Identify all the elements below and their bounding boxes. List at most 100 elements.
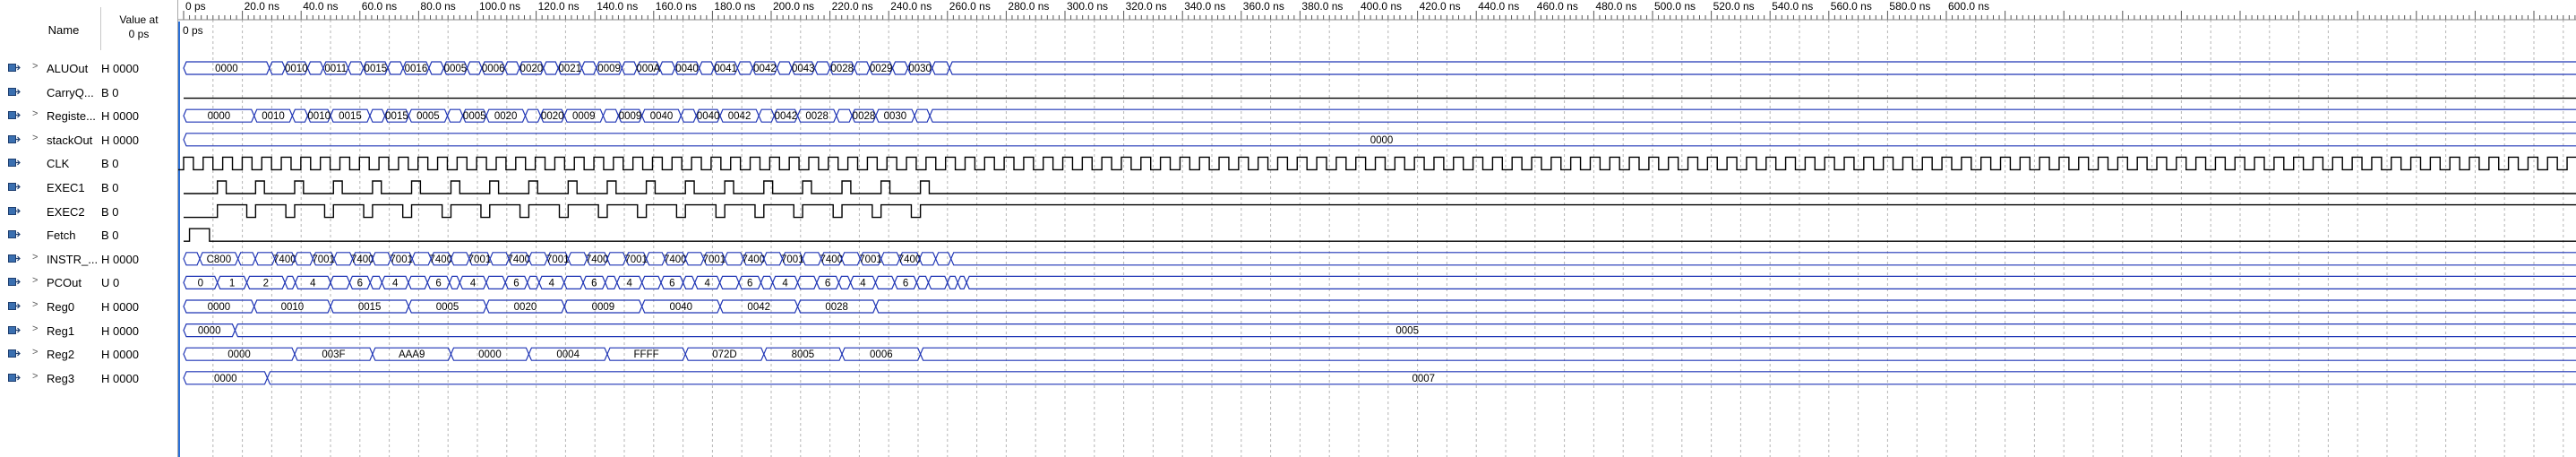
signal-row[interactable]: > Reg1 H 0000	[0, 319, 177, 342]
bus-segment	[291, 108, 309, 123]
expand-chevron-icon[interactable]: >	[32, 108, 38, 119]
bus-value-label: 0010	[285, 64, 308, 74]
bus-value-label: 7001	[703, 254, 726, 265]
signal-row[interactable]: > Reg3 H 0000	[0, 366, 177, 390]
bus-value-label: 0005	[416, 111, 440, 122]
signal-row[interactable]: > ALUOut H 0000	[0, 56, 177, 80]
bus-value-label: 8005	[792, 349, 815, 360]
signal-value: B 0	[101, 85, 119, 99]
value-column-header[interactable]: Value at 0 ps	[104, 13, 174, 41]
bus-value-label: 0029	[870, 64, 893, 74]
expand-chevron-icon[interactable]: >	[32, 133, 38, 143]
bus-value-label: 7001	[781, 254, 804, 265]
bus-segment	[306, 61, 324, 75]
bus-value-label: 0040	[650, 111, 674, 122]
expand-chevron-icon[interactable]: >	[32, 347, 38, 358]
bit-waveform	[184, 203, 2576, 219]
signal-row[interactable]: CLK B 0	[0, 151, 177, 175]
bus-segment	[333, 252, 354, 266]
time-label: 0 ps	[185, 0, 206, 13]
bus-segment	[284, 275, 296, 289]
bus-segment	[369, 108, 386, 123]
time-label: 20.0 ns	[245, 0, 279, 13]
bus-value-label: 4	[392, 278, 399, 289]
bus-value-label: 0042	[753, 64, 777, 74]
bus-segment	[543, 61, 559, 75]
time-label: 180.0 ns	[714, 0, 755, 13]
time-label: 40.0 ns	[303, 0, 338, 13]
time-label: 280.0 ns	[1008, 0, 1049, 13]
output-icon	[8, 109, 21, 121]
signal-value: H 0000	[101, 323, 139, 338]
signal-value: H 0000	[101, 252, 139, 266]
expand-chevron-icon[interactable]: >	[32, 252, 38, 263]
bus-segment	[645, 252, 665, 266]
signal-row[interactable]: CarryQ... B 0	[0, 81, 177, 104]
bus-value-label: 6	[357, 278, 363, 289]
bus-value-label: 7400	[898, 254, 922, 265]
bus-value-label: 0009	[592, 302, 615, 313]
output-icon	[8, 134, 21, 145]
bus-value-label: 0005	[1395, 326, 1419, 337]
signal-row[interactable]: > stackOut H 0000	[0, 128, 177, 151]
signal-row[interactable]: > Reg0 H 0000	[0, 295, 177, 318]
signal-name-panel: Name Value at 0 ps > ALUOut H 0000 CarryQ..…	[0, 0, 178, 457]
signal-value: H 0000	[101, 300, 139, 314]
bus-segment	[567, 252, 588, 266]
bus-value-label: 0000	[208, 302, 231, 313]
bus-value-label: 0000	[228, 349, 251, 360]
bus-segment	[466, 61, 483, 75]
signal-row[interactable]: Fetch B 0	[0, 223, 177, 246]
bus-value-label: 0028	[805, 111, 829, 122]
signal-name: EXEC1	[47, 181, 85, 194]
bus-value-label: 0009	[619, 111, 642, 122]
bus-segment	[680, 108, 698, 123]
bus-value-label: 6	[903, 278, 908, 289]
signal-row[interactable]: > PCOut U 0	[0, 271, 177, 294]
bus-segment	[684, 252, 705, 266]
bus-segment	[387, 61, 404, 75]
bus-segment	[527, 275, 540, 289]
bus-segment	[372, 252, 391, 266]
signal-value: B 0	[101, 204, 119, 219]
bus-segment	[605, 275, 618, 289]
signal-row[interactable]: > INSTR_... H 0000	[0, 247, 177, 271]
name-column-header[interactable]: Name	[27, 23, 100, 37]
bus-segment	[485, 275, 506, 289]
bus-segment	[294, 252, 313, 266]
signal-row[interactable]: EXEC2 B 0	[0, 200, 177, 223]
value-header-line1: Value at	[119, 13, 159, 26]
time-label: 60.0 ns	[362, 0, 397, 13]
bus-value-label: C800	[207, 254, 231, 265]
bus-value-label: 0042	[775, 111, 798, 122]
signal-name: ALUOut	[47, 62, 89, 75]
expand-chevron-icon[interactable]: >	[32, 275, 38, 286]
bus-segment	[682, 275, 696, 289]
signal-value: B 0	[101, 228, 119, 243]
expand-chevron-icon[interactable]: >	[32, 371, 38, 382]
bus-segment	[428, 61, 444, 75]
bus-segment	[408, 275, 428, 289]
bus-value-label: 0016	[405, 64, 428, 74]
signal-value: H 0000	[101, 371, 139, 385]
signal-row[interactable]: > Registe... H 0000	[0, 104, 177, 127]
signal-row[interactable]: EXEC1 B 0	[0, 176, 177, 199]
signal-value: H 0000	[101, 62, 139, 75]
bus-value-label: 7400	[430, 254, 453, 265]
bus-value-label: 4	[310, 278, 316, 289]
expand-chevron-icon[interactable]: >	[32, 323, 38, 334]
bus-value-label: 0005	[463, 111, 486, 122]
column-divider[interactable]	[100, 7, 101, 50]
bus-segment	[935, 252, 952, 266]
time-label: 580.0 ns	[1889, 0, 1930, 13]
bus-segment	[919, 347, 2576, 361]
expand-chevron-icon[interactable]: >	[32, 299, 38, 310]
signal-row[interactable]: > Reg2 H 0000	[0, 342, 177, 366]
waveform-canvas[interactable]: 0 ps 20.0 ns 40.0 ns 60.0 ns 80.0 ns 100.0 ns…	[178, 0, 2576, 457]
waveform-panel[interactable]: 0 ps 20.0 ns 40.0 ns 60.0 ns 80.0 ns 100.0 ns…	[178, 0, 2576, 457]
time-label: 140.0 ns	[597, 0, 638, 13]
bus-value-label: 7400	[586, 254, 609, 265]
expand-chevron-icon[interactable]: >	[32, 61, 38, 72]
bus-segment	[915, 275, 930, 289]
bus-value-label: 0030	[908, 64, 932, 74]
